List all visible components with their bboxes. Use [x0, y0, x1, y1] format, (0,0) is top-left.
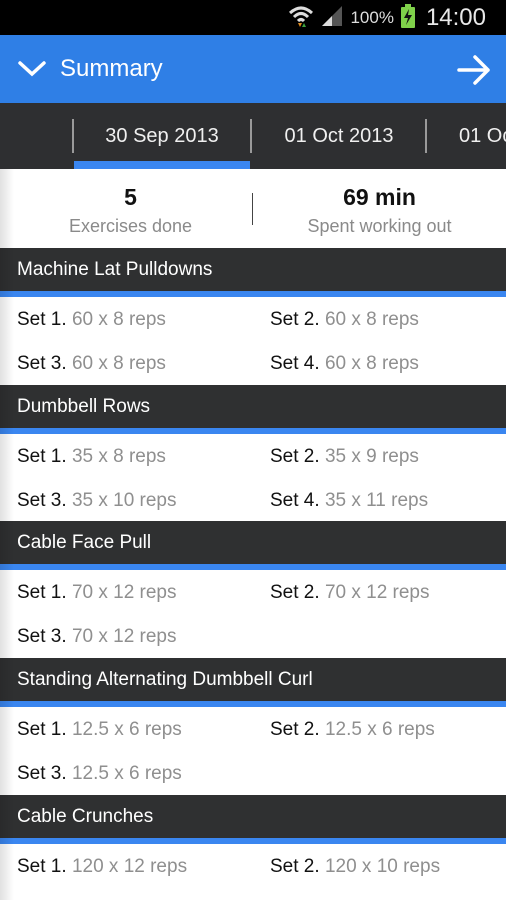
tab-date-previous[interactable]: 2013: [0, 103, 39, 169]
exercise-name: Cable Crunches: [0, 795, 506, 844]
set-entry: Set 3. 35 x 10 reps: [17, 490, 177, 511]
set-entry: Set 1. 70 x 12 reps: [17, 582, 177, 603]
set-entry: Set 4. 35 x 11 reps: [270, 490, 429, 511]
exercise-card: Cable Crunches Set 1. 120 x 12 reps Set …: [0, 795, 506, 900]
arrow-right-icon: [457, 55, 490, 85]
exercise-sets: Set 1. 120 x 12 reps Set 2. 120 x 10 rep…: [0, 844, 506, 900]
tab-label: 01 Oct 2013: [284, 124, 394, 147]
tab-label: 30 Sep 2013: [105, 124, 219, 147]
set-entry: Set 2. 120 x 10 reps: [270, 856, 441, 877]
exercise-card: Dumbbell Rows Set 1. 35 x 8 reps Set 2. …: [0, 385, 506, 521]
battery-charging-icon: [400, 3, 416, 32]
tab-date-selected[interactable]: 30 Sep 2013: [74, 103, 250, 169]
set-entry: Set 2. 12.5 x 6 reps: [270, 719, 435, 740]
exercise-name: Cable Face Pull: [0, 521, 506, 570]
set-entry: Set 4. 60 x 8 reps: [270, 353, 419, 374]
time-spent-value: 69 min: [343, 184, 416, 210]
set-entry: Set 1. 35 x 8 reps: [17, 446, 166, 467]
action-bar: Summary: [0, 35, 506, 103]
time-spent-label: Spent working out: [307, 216, 452, 236]
tab-label: 01 Oc: [459, 124, 506, 147]
exercises-done-stat: 5 Exercises done: [4, 169, 257, 247]
tab-date-after-next[interactable]: 01 Oc: [427, 103, 506, 169]
workout-summary: 5 Exercises done 69 min Spent working ou…: [0, 169, 506, 247]
date-tabs: 2013 30 Sep 2013 01 Oct 2013 01 Oc: [0, 103, 506, 169]
battery-percent: 100%: [350, 7, 394, 27]
set-entry: Set 3. 60 x 8 reps: [17, 353, 166, 374]
exercise-sets: Set 1. 35 x 8 reps Set 2. 35 x 9 reps Se…: [0, 434, 506, 521]
set-entry: Set 2. 70 x 12 reps: [270, 582, 430, 603]
set-entry: Set 1. 120 x 12 reps: [17, 856, 188, 877]
set-entry: Set 1. 12.5 x 6 reps: [17, 719, 182, 740]
exercise-name: Machine Lat Pulldowns: [0, 248, 506, 297]
signal-icon: [320, 4, 344, 32]
tab-date-next[interactable]: 01 Oct 2013: [251, 103, 427, 169]
exercise-sets: Set 1. 60 x 8 reps Set 2. 60 x 8 reps Se…: [0, 297, 506, 384]
wifi-icon: [288, 3, 314, 33]
exercise-sets: Set 1. 12.5 x 6 reps Set 2. 12.5 x 6 rep…: [0, 707, 506, 794]
exercise-name: Dumbbell Rows: [0, 385, 506, 434]
exercise-card: Cable Face Pull Set 1. 70 x 12 reps Set …: [0, 521, 506, 657]
exercise-name: Standing Alternating Dumbbell Curl: [0, 658, 506, 707]
page-title: Summary: [60, 55, 163, 82]
exercises-done-label: Exercises done: [68, 216, 193, 236]
status-time: 14:00: [425, 3, 486, 31]
set-entry: Set 3. 70 x 12 reps: [17, 626, 177, 647]
exercise-sets: Set 1. 70 x 12 reps Set 2. 70 x 12 reps …: [0, 570, 506, 657]
exercise-card: Standing Alternating Dumbbell Curl Set 1…: [0, 658, 506, 794]
chevron-down-icon: [18, 61, 46, 77]
time-spent-stat: 69 min Spent working out: [253, 169, 506, 247]
set-entry: Set 3. 12.5 x 6 reps: [17, 763, 182, 784]
next-button[interactable]: [456, 52, 492, 88]
set-entry: Set 2. 35 x 9 reps: [270, 446, 419, 467]
set-entry: Set 1. 60 x 8 reps: [17, 309, 166, 330]
status-bar: 100% 14:00: [0, 0, 506, 35]
exercises-done-value: 5: [124, 184, 137, 210]
exercise-card: Machine Lat Pulldowns Set 1. 60 x 8 reps…: [0, 248, 506, 384]
set-entry: Set 2. 60 x 8 reps: [270, 309, 419, 330]
collapse-button[interactable]: [18, 55, 46, 83]
